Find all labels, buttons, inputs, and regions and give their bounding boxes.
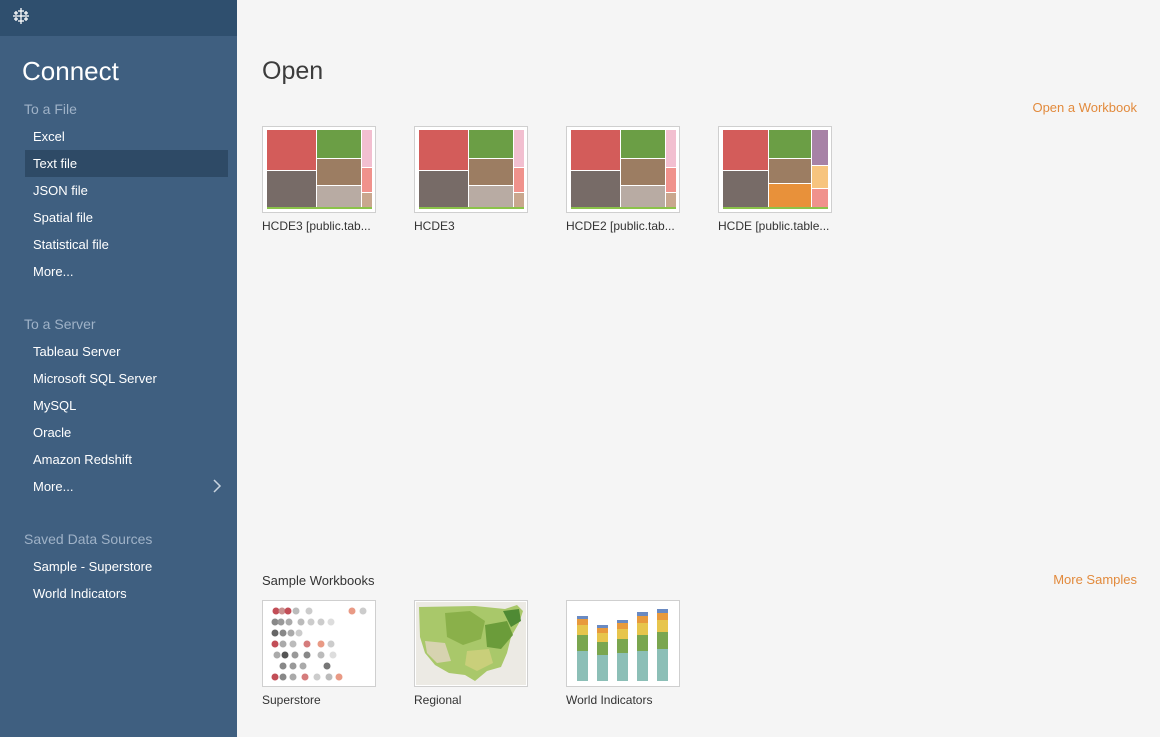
recent-workbook-label[interactable]: HCDE3 [public.tab... — [262, 219, 371, 233]
nav-excel[interactable]: Excel — [25, 123, 228, 150]
nav-file-more[interactable]: More... — [25, 258, 228, 285]
nav-oracle[interactable]: Oracle — [25, 419, 228, 446]
nav-spatial-file[interactable]: Spatial file — [25, 204, 228, 231]
to-a-server-heading: To a Server — [24, 316, 96, 332]
recent-workbook-label[interactable]: HCDE3 — [414, 219, 455, 233]
sample-workbook-thumbnail[interactable] — [414, 600, 528, 687]
nav-server-more-row[interactable]: More... — [25, 473, 228, 500]
sidebar: Connect To a File Excel Text file JSON f… — [0, 0, 237, 737]
saved-data-sources-heading: Saved Data Sources — [24, 531, 153, 547]
treemap-preview — [723, 130, 828, 209]
open-workbook-link[interactable]: Open a Workbook — [1032, 100, 1137, 115]
dot-plot-preview — [271, 607, 367, 681]
recent-workbook-thumbnail[interactable] — [414, 126, 528, 213]
tableau-logo-icon[interactable] — [11, 6, 31, 26]
more-samples-link[interactable]: More Samples — [1053, 572, 1137, 587]
main-panel: Open Open a Workbook HCDE3 [public.tab..… — [237, 0, 1160, 737]
nav-world-indicators[interactable]: World Indicators — [25, 580, 228, 607]
chevron-right-icon — [213, 479, 222, 493]
sample-workbook-thumbnail[interactable] — [262, 600, 376, 687]
nav-mysql[interactable]: MySQL — [25, 392, 228, 419]
sample-workbook-thumbnail[interactable] — [566, 600, 680, 687]
nav-tableau-server[interactable]: Tableau Server — [25, 338, 228, 365]
sample-workbook-label[interactable]: Regional — [414, 693, 461, 707]
nav-text-file[interactable]: Text file — [25, 150, 228, 177]
sidebar-top-bar — [0, 0, 237, 36]
recent-workbook-thumbnail[interactable] — [566, 126, 680, 213]
nav-microsoft-sql-server[interactable]: Microsoft SQL Server — [25, 365, 228, 392]
nav-json-file[interactable]: JSON file — [25, 177, 228, 204]
recent-workbook-thumbnail[interactable] — [718, 126, 832, 213]
sample-workbook-label[interactable]: World Indicators — [566, 693, 652, 707]
connect-title: Connect — [22, 56, 119, 86]
nav-server-more: More... — [33, 479, 74, 494]
treemap-preview — [267, 130, 372, 209]
treemap-preview — [419, 130, 524, 209]
sample-workbook-label[interactable]: Superstore — [262, 693, 321, 707]
recent-workbook-thumbnail[interactable] — [262, 126, 376, 213]
sample-workbooks-heading: Sample Workbooks — [262, 573, 375, 588]
nav-statistical-file[interactable]: Statistical file — [25, 231, 228, 258]
nav-amazon-redshift[interactable]: Amazon Redshift — [25, 446, 228, 473]
recent-workbook-label[interactable]: HCDE2 [public.tab... — [566, 219, 675, 233]
recent-workbook-label[interactable]: HCDE [public.table... — [718, 219, 829, 233]
us-map-preview — [416, 602, 526, 685]
stacked-bar-preview — [577, 609, 668, 681]
open-title: Open — [262, 57, 324, 85]
treemap-preview — [571, 130, 676, 209]
to-a-file-heading: To a File — [24, 101, 77, 117]
nav-sample-superstore[interactable]: Sample - Superstore — [25, 553, 228, 580]
